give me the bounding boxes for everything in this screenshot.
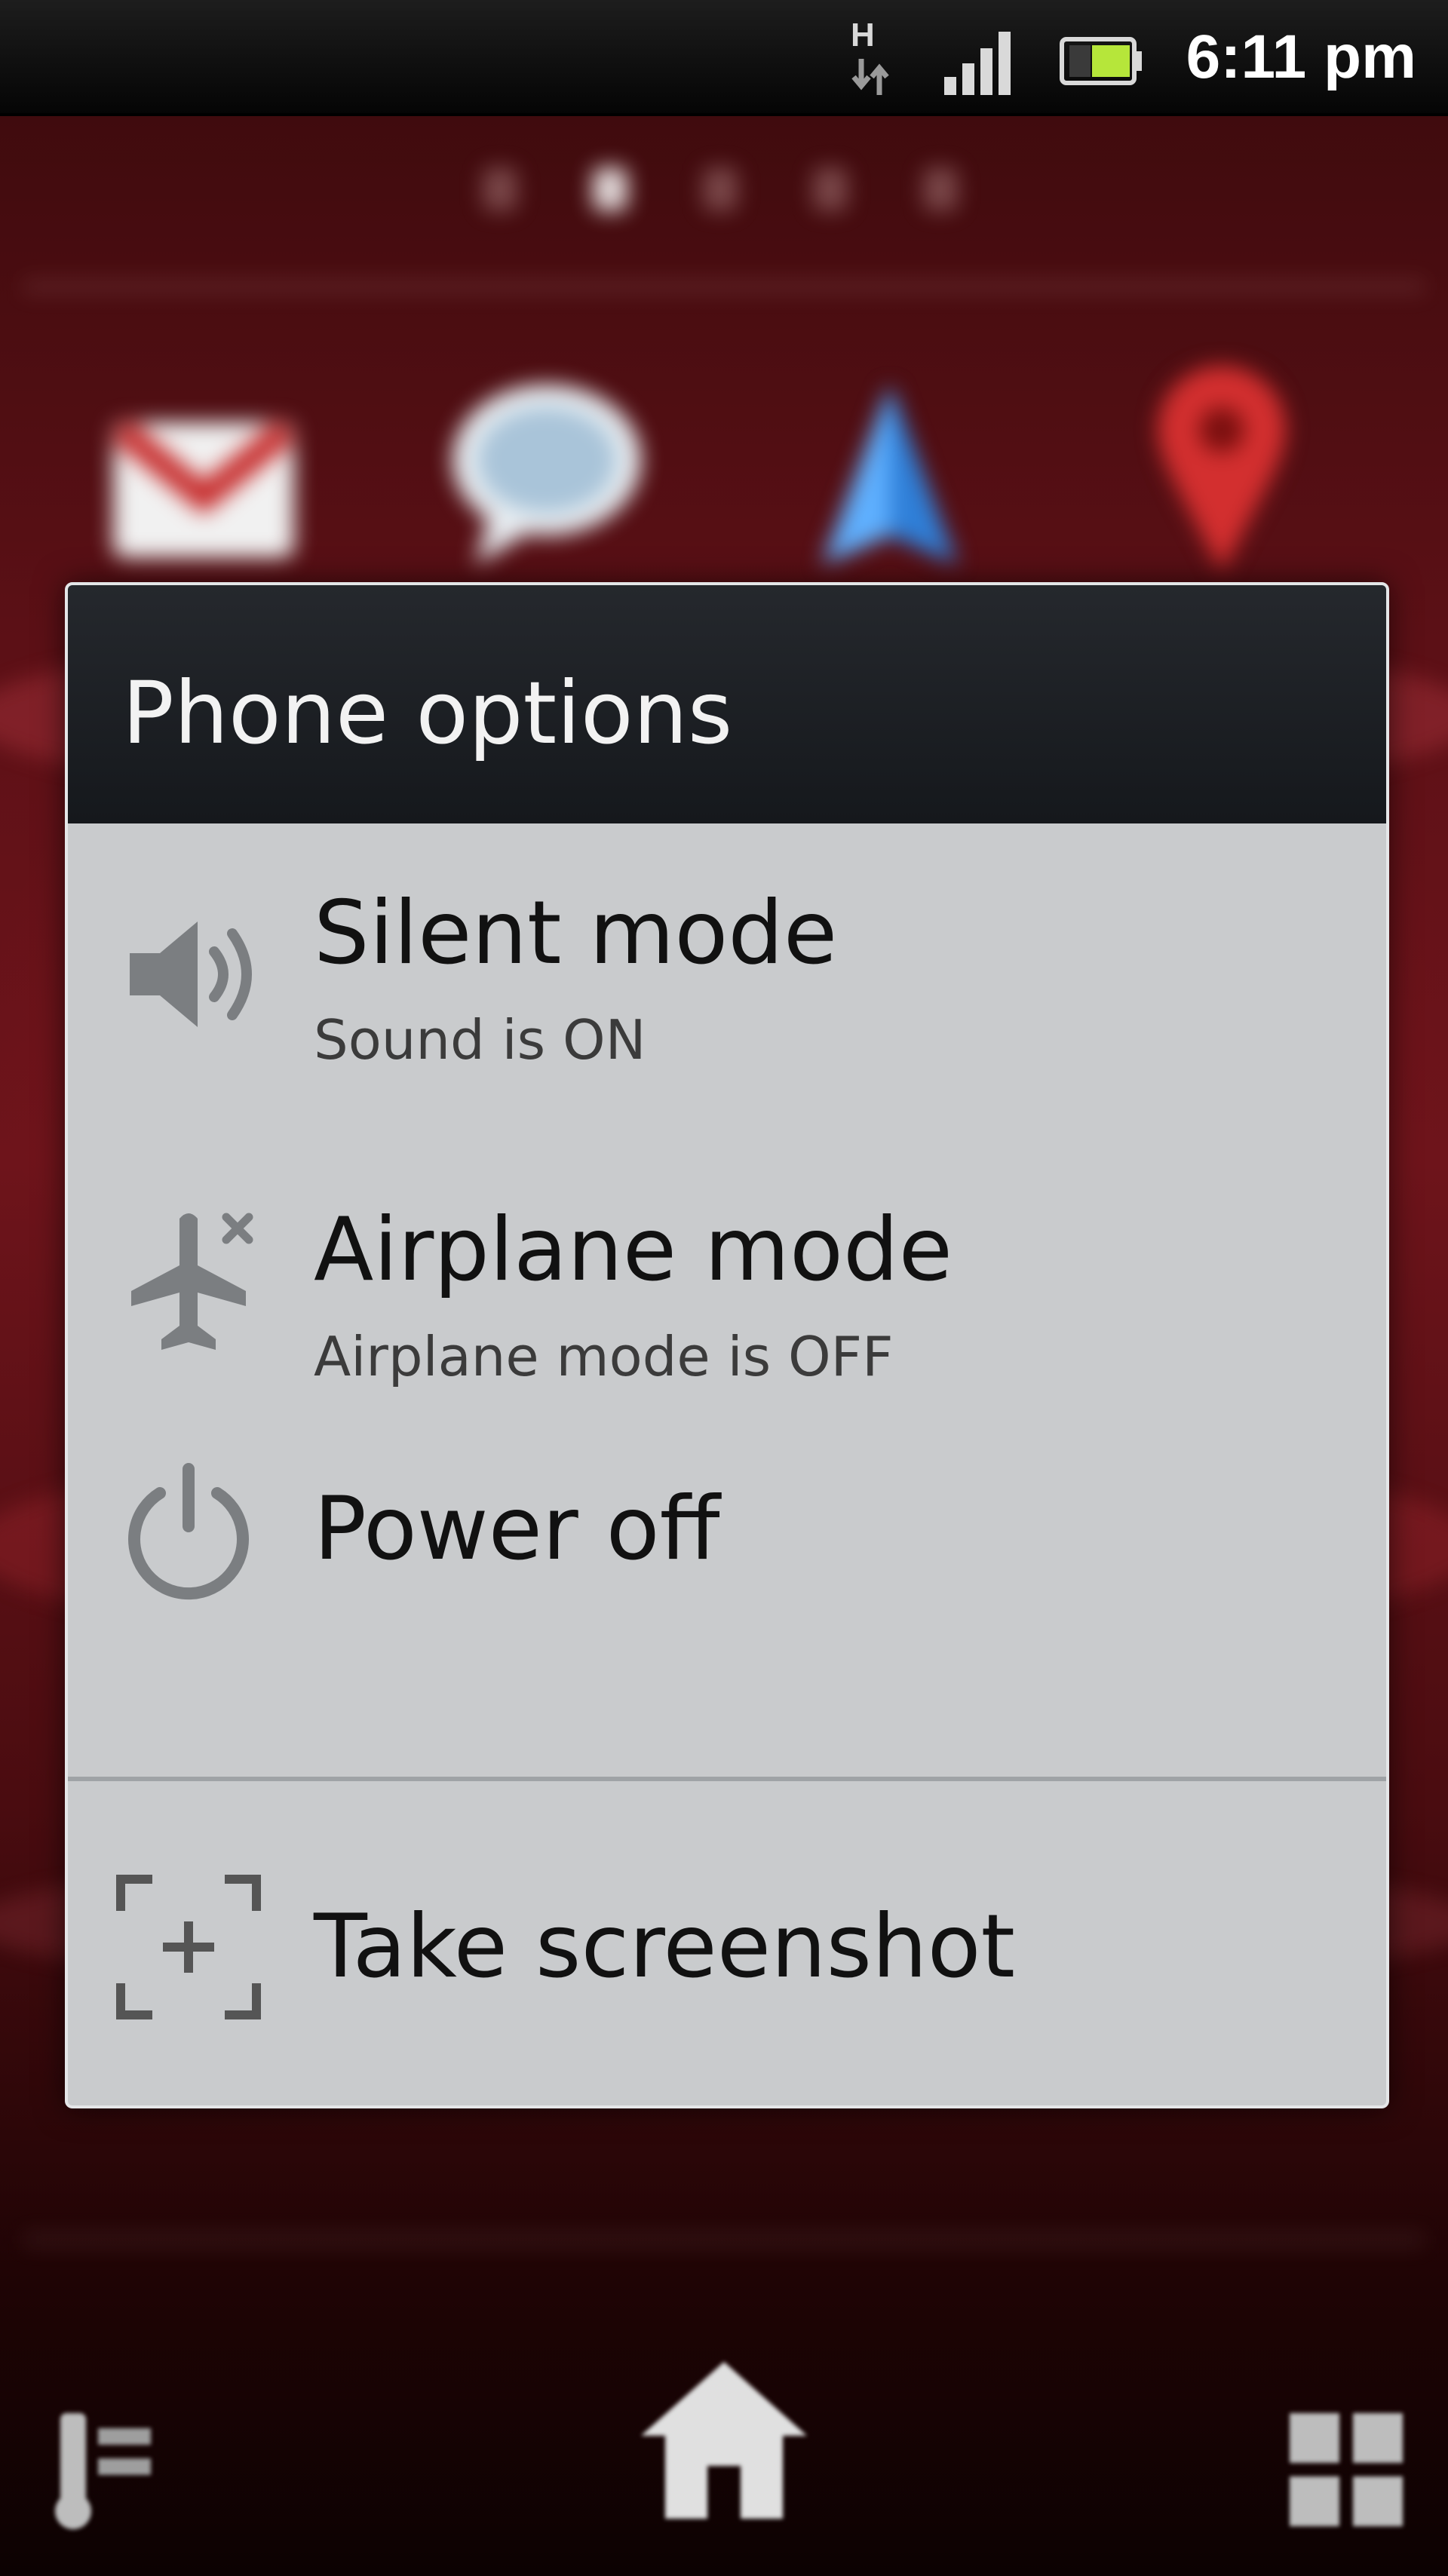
silent-mode-title: Silent mode <box>314 882 838 984</box>
power-off-option[interactable]: Power off <box>68 1457 1386 1777</box>
airplane-mode-title: Airplane mode <box>314 1199 953 1301</box>
battery-icon <box>1060 37 1142 85</box>
maps-icon[interactable] <box>1154 362 1290 581</box>
status-time: 6:11 pm <box>1186 23 1416 91</box>
screenshot-icon <box>116 1875 261 2019</box>
take-screenshot-option[interactable]: Take screenshot <box>68 1781 1386 2105</box>
applications-icon[interactable] <box>45 2406 166 2534</box>
silent-mode-option[interactable]: Silent mode Sound is ON <box>68 823 1386 1140</box>
shelf-divider <box>23 2232 1425 2247</box>
power-off-title: Power off <box>314 1478 720 1580</box>
speaker-icon <box>130 922 252 1027</box>
page-indicator-dot <box>703 167 738 211</box>
data-arrows-icon <box>851 59 889 95</box>
network-type-label: H <box>851 17 875 54</box>
talk-icon[interactable] <box>445 377 649 573</box>
home-icon[interactable] <box>634 2353 814 2534</box>
page-indicator-dot <box>923 167 958 211</box>
airplane-icon <box>131 1213 253 1350</box>
take-screenshot-title: Take screenshot <box>314 1896 1016 1998</box>
signal-icon <box>944 32 1011 95</box>
airplane-mode-status: Airplane mode is OFF <box>314 1325 894 1388</box>
page-indicator-dot-active <box>593 167 627 211</box>
navigation-icon[interactable] <box>807 377 973 581</box>
phone-options-dialog: Phone options Silent mode Sound is ON Ai… <box>65 582 1389 2108</box>
status-bar: H 6:11 pm <box>0 0 1448 116</box>
power-icon <box>128 1463 249 1600</box>
silent-mode-status: Sound is ON <box>314 1008 646 1072</box>
apps-grid-icon[interactable] <box>1282 2406 1410 2534</box>
page-indicator-dot <box>483 167 517 211</box>
gmail-icon[interactable] <box>106 377 302 573</box>
dialog-header: Phone options <box>68 585 1386 823</box>
airplane-mode-option[interactable]: Airplane mode Airplane mode is OFF <box>68 1140 1386 1457</box>
dialog-title: Phone options <box>122 663 733 763</box>
shelf-divider <box>23 279 1425 294</box>
network-h-icon: H <box>843 17 896 100</box>
bottom-dock <box>0 2262 1448 2576</box>
page-indicator-dot <box>813 167 848 211</box>
